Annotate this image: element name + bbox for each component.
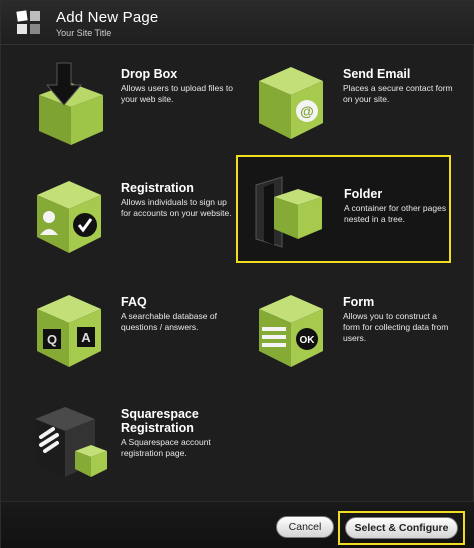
faq-icon: Q A <box>37 295 101 367</box>
page-type-send-email[interactable]: @ Send Email Places a secure contact for… <box>253 59 463 159</box>
squarespace-icon <box>35 407 107 477</box>
item-description: A Squarespace account registration page. <box>121 437 211 458</box>
item-name: FAQ <box>121 295 147 309</box>
item-name: Send Email <box>343 67 411 81</box>
page-type-registration[interactable]: Registration Allows individuals to sign … <box>31 173 241 273</box>
dialog-title: Add New Page <box>56 9 159 26</box>
item-description: Allows individuals to sign up for accoun… <box>121 197 232 218</box>
item-name: Form <box>343 295 375 309</box>
svg-text:OK: OK <box>300 335 316 346</box>
form-icon: OK <box>259 295 323 367</box>
item-description: Allows you to construct a form for colle… <box>343 311 449 343</box>
item-name: Squarespace Registration <box>121 407 199 435</box>
svg-text:@: @ <box>300 103 314 119</box>
email-icon: @ <box>259 67 323 139</box>
registration-icon <box>37 181 101 253</box>
cancel-button[interactable]: Cancel <box>276 516 334 538</box>
page-type-folder[interactable]: Folder A container for other pages neste… <box>236 155 451 263</box>
dialog-subtitle: Your Site Title <box>56 28 112 38</box>
item-description: Allows users to upload files to your web… <box>121 83 233 104</box>
svg-text:Q: Q <box>47 332 57 347</box>
item-description: A searchable database of questions / ans… <box>121 311 217 332</box>
page-type-faq[interactable]: Q A FAQ A searchable database of questio… <box>31 287 241 387</box>
page-type-form[interactable]: OK Form Allows you to construct a form f… <box>253 287 463 387</box>
folder-icon <box>255 176 322 248</box>
dropbox-icon <box>39 62 103 145</box>
svg-text:A: A <box>81 330 91 345</box>
item-description: A container for other pages nested in a … <box>344 203 447 224</box>
squarespace-logo-icon <box>16 10 40 34</box>
dialog-footer: Cancel Select & Configure <box>1 501 474 548</box>
item-name: Folder <box>344 187 383 201</box>
select-highlight: Select & Configure <box>338 511 465 545</box>
add-page-dialog: Add New Page Your Site Title Drop Box Al… <box>0 0 474 548</box>
page-type-dropbox[interactable]: Drop Box Allows users to upload files to… <box>31 59 241 159</box>
select-configure-button[interactable]: Select & Configure <box>345 517 458 539</box>
item-name: Drop Box <box>121 67 178 81</box>
page-type-squarespace-registration[interactable]: Squarespace Registration A Squarespace a… <box>31 399 241 499</box>
item-name: Registration <box>121 181 194 195</box>
dialog-header: Add New Page Your Site Title <box>1 1 474 45</box>
item-description: Places a secure contact form on your sit… <box>343 83 453 104</box>
